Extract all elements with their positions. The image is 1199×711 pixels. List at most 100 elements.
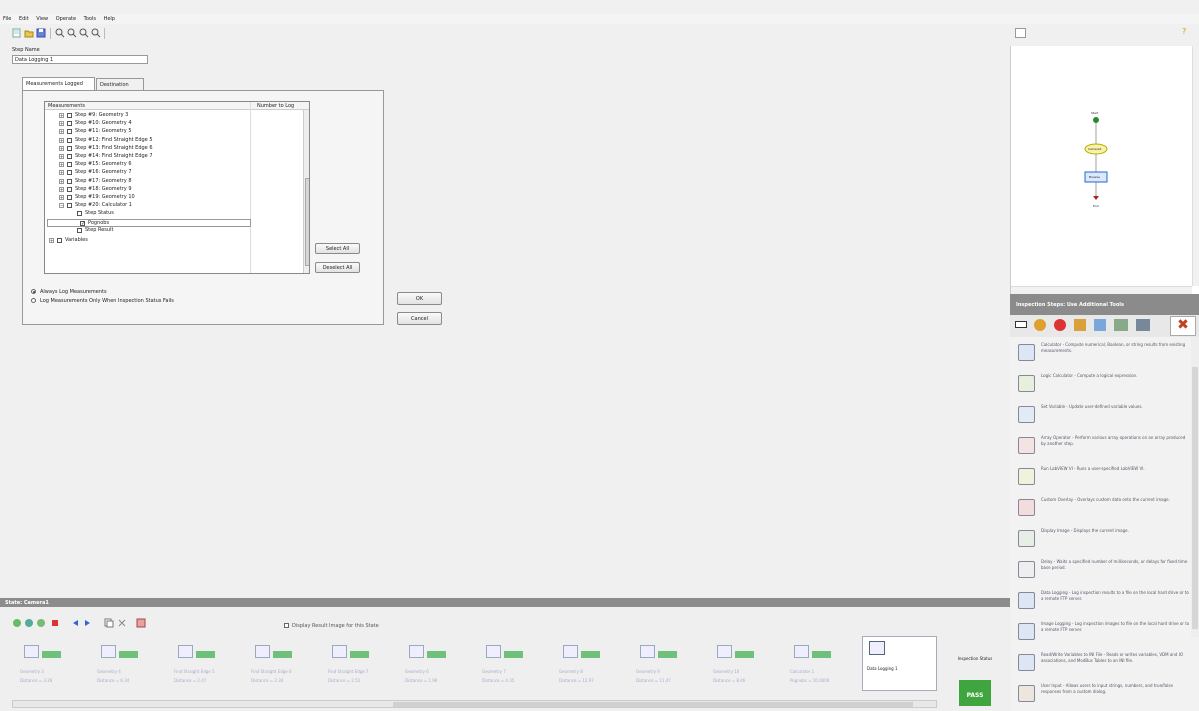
current-step-thumb[interactable]: Data Logging 1: [862, 636, 937, 691]
enhance-category-icon[interactable]: [1034, 319, 1046, 331]
expand-icon[interactable]: +: [59, 186, 64, 192]
open-folder-icon[interactable]: [24, 28, 34, 38]
move-left-icon[interactable]: [70, 618, 80, 628]
tab-destination[interactable]: Destination: [96, 78, 144, 90]
step-checkbox[interactable]: [67, 121, 72, 127]
measurement-checkbox[interactable]: ✓: [80, 220, 85, 226]
always-log-radio[interactable]: [31, 289, 36, 294]
select-all-button[interactable]: Select All: [315, 243, 360, 254]
step-thumbnail[interactable]: Geometry 4 Distance = 6.34: [95, 641, 171, 691]
tool-item[interactable]: Set Variable - Update user-defined varia…: [1018, 402, 1193, 432]
measure-category-icon[interactable]: [1074, 319, 1086, 331]
step-thumbnail[interactable]: Find Straight Edge 7 Distance = 2.51: [326, 641, 402, 691]
state-settings-icon[interactable]: [36, 618, 46, 628]
ok-button[interactable]: OK: [397, 292, 442, 305]
step-name-input[interactable]: Data Logging 1: [12, 55, 148, 64]
expand-icon[interactable]: +: [59, 162, 64, 168]
expand-icon[interactable]: +: [59, 137, 64, 143]
menu-tools[interactable]: Tools: [81, 14, 99, 22]
step-checkbox[interactable]: [67, 162, 72, 168]
tool-item[interactable]: Custom Overlay - Overlays custom data on…: [1018, 495, 1193, 525]
copy-step-icon[interactable]: [104, 618, 114, 628]
tree-scroll-thumb[interactable]: [305, 178, 309, 266]
step-checkbox[interactable]: [67, 145, 72, 151]
zoom-in-icon[interactable]: [55, 28, 65, 38]
delete-state-icon[interactable]: [50, 618, 60, 628]
zoom-fit-icon[interactable]: [79, 28, 89, 38]
menu-edit[interactable]: Edit: [16, 14, 32, 22]
thumbnail-scrollbar[interactable]: [12, 700, 937, 708]
edit-state-icon[interactable]: [24, 618, 34, 628]
zoom-actual-icon[interactable]: [91, 28, 101, 38]
measurement-checkbox[interactable]: [77, 227, 82, 233]
cancel-button[interactable]: Cancel: [397, 312, 442, 325]
tools-scroll-thumb[interactable]: [1192, 367, 1198, 629]
thumbnail-scroll-thumb[interactable]: [393, 702, 913, 707]
expand-icon[interactable]: +: [59, 178, 64, 184]
tool-item[interactable]: Display Image - Displays the current ima…: [1018, 526, 1193, 556]
identify-category-icon[interactable]: [1114, 319, 1128, 331]
expand-icon[interactable]: +: [59, 170, 64, 176]
expand-icon[interactable]: +: [59, 113, 64, 118]
col-measurements[interactable]: Measurements: [48, 103, 85, 109]
tool-item[interactable]: User Input - Allows users to input strin…: [1018, 681, 1193, 711]
tool-item[interactable]: Image Logging - Log inspection images to…: [1018, 619, 1193, 649]
menu-operate[interactable]: Operate: [53, 14, 79, 22]
step-checkbox[interactable]: [67, 113, 72, 118]
step-thumbnail[interactable]: Find Straight Edge 6 Distance = 2.34: [249, 641, 325, 691]
zoom-out-icon[interactable]: [67, 28, 77, 38]
tools-scrollbar[interactable]: [1191, 337, 1199, 637]
step-checkbox[interactable]: [67, 178, 72, 184]
measurement-row[interactable]: ✓ Pognobs: [47, 218, 251, 227]
flow-hscrollbar[interactable]: [1011, 286, 1192, 294]
delete-step-icon[interactable]: [117, 618, 127, 628]
expand-icon[interactable]: +: [59, 129, 64, 135]
step-thumbnail[interactable]: Geometry 3 Distance = 3.26: [18, 641, 94, 691]
expand-icon[interactable]: +: [59, 154, 64, 159]
variables-checkbox[interactable]: [57, 238, 62, 243]
tool-item[interactable]: Calculator - Compute numerical, Boolean,…: [1018, 340, 1193, 370]
step-thumbnail[interactable]: Find Straight Edge 5 Distance = 2.47: [172, 641, 248, 691]
tree-scrollbar[interactable]: [303, 110, 309, 273]
tab-measurements-logged[interactable]: Measurements Logged: [22, 77, 95, 90]
step-thumbnail[interactable]: Geometry 7 Distance = 4.35: [480, 641, 556, 691]
communicate-category-icon[interactable]: [1136, 319, 1150, 331]
step-thumbnail[interactable]: Geometry 10 Distance = 8.46: [711, 641, 787, 691]
step-checkbox[interactable]: [67, 129, 72, 135]
step-checkbox[interactable]: [67, 186, 72, 192]
measurement-checkbox[interactable]: [77, 211, 82, 217]
step-checkbox[interactable]: [67, 195, 72, 200]
step-checkbox[interactable]: [67, 170, 72, 176]
display-result-checkbox[interactable]: [284, 623, 289, 628]
step-thumbnail[interactable]: Calculator 1 Pognobs = 10.0000: [788, 641, 864, 691]
expand-icon[interactable]: +: [59, 195, 64, 200]
image-window-icon[interactable]: [1015, 28, 1026, 38]
step-checkbox[interactable]: [67, 154, 72, 159]
step-thumbnail[interactable]: Geometry 9 Distance = 11.47: [634, 641, 710, 691]
tool-item[interactable]: Logic Calculator - Compute a logical exp…: [1018, 371, 1193, 401]
flow-vscrollbar[interactable]: [1192, 46, 1199, 286]
step-checkbox[interactable]: [67, 203, 72, 209]
step-checkbox[interactable]: [67, 137, 72, 143]
tool-item[interactable]: Data Logging - Log inspection results to…: [1018, 588, 1193, 618]
move-right-icon[interactable]: [83, 618, 93, 628]
tool-item[interactable]: Delay - Waits a specified number of mill…: [1018, 557, 1193, 587]
check-category-icon[interactable]: [1094, 319, 1106, 331]
additional-tools-icon[interactable]: ✖: [1170, 316, 1196, 336]
locate-category-icon[interactable]: [1054, 319, 1066, 331]
step-thumbnail[interactable]: Geometry 6 Distance = 1.96: [403, 641, 479, 691]
tool-item[interactable]: Read/Write Variables to INI File - Reads…: [1018, 650, 1193, 680]
menu-help[interactable]: Help: [101, 14, 118, 22]
add-state-icon[interactable]: [12, 618, 22, 628]
save-icon[interactable]: [36, 28, 46, 38]
measurements-tree[interactable]: Measurements Number to Log + Step #9: Geo…: [44, 101, 310, 274]
step-properties-icon[interactable]: [136, 618, 146, 628]
tool-item[interactable]: Run LabVIEW VI - Runs a user-specified L…: [1018, 464, 1193, 494]
new-icon[interactable]: [12, 28, 22, 38]
expand-icon[interactable]: −: [59, 203, 64, 209]
step-thumbnail[interactable]: Geometry 8 Distance = 12.97: [557, 641, 633, 691]
expand-icon[interactable]: +: [49, 238, 54, 243]
tool-item[interactable]: Array Operator - Perform various array o…: [1018, 433, 1193, 463]
deselect-all-button[interactable]: Deselect All: [315, 262, 360, 273]
acquire-category-icon[interactable]: [1015, 321, 1027, 328]
